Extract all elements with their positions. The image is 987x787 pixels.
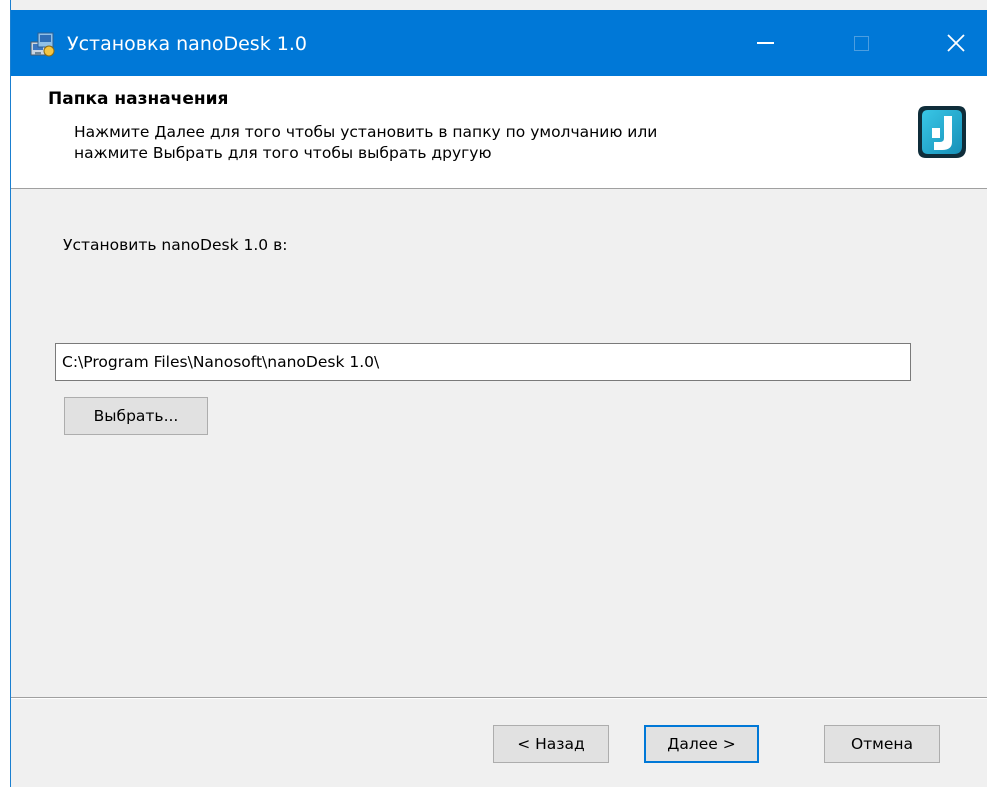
next-button[interactable]: Далее > — [644, 725, 759, 763]
page-title: Папка назначения — [48, 89, 229, 109]
install-location-label: Установить nanoDesk 1.0 в: — [63, 236, 288, 254]
page-description: Нажмите Далее для того чтобы установить … — [74, 122, 657, 164]
maximize-button — [829, 10, 893, 76]
installer-icon — [30, 32, 55, 57]
header-panel: Папка назначения Нажмите Далее для того … — [11, 76, 987, 189]
cancel-button[interactable]: Отмена — [824, 725, 940, 763]
title-bar[interactable]: Установка nanoDesk 1.0 — [11, 10, 987, 76]
nanosoft-logo-icon — [918, 106, 966, 158]
back-button[interactable]: < Назад — [493, 725, 609, 763]
close-icon — [947, 34, 965, 52]
install-path-input[interactable] — [55, 343, 911, 381]
footer-divider — [11, 697, 987, 699]
maximize-icon — [853, 35, 869, 51]
window-title: Установка nanoDesk 1.0 — [67, 33, 307, 55]
close-button[interactable] — [924, 10, 987, 76]
description-line-2: нажмите Выбрать для того чтобы выбрать д… — [74, 144, 492, 162]
minimize-icon — [756, 42, 774, 44]
installer-window: Установка nanoDesk 1.0 Папка назначения … — [10, 0, 987, 787]
description-line-1: Нажмите Далее для того чтобы установить … — [74, 123, 658, 141]
browse-button[interactable]: Выбрать... — [64, 397, 208, 435]
minimize-button[interactable] — [733, 10, 797, 76]
